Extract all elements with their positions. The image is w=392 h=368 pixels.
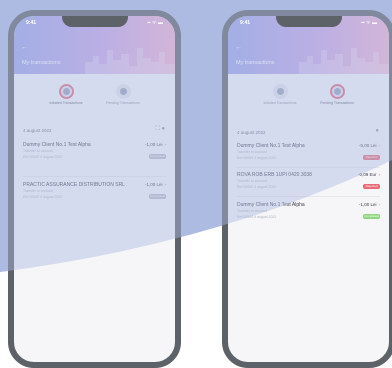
page-title: My transactions — [22, 60, 61, 66]
transaction-amount: -1,00 Lei › — [359, 202, 380, 207]
date-header: 4 august 2022 — [237, 130, 266, 135]
transaction-meta: Ref 00000 4 august 2022 — [237, 215, 277, 219]
divider — [23, 176, 166, 177]
tab-initiated[interactable]: Initiated Transactions — [46, 84, 86, 105]
transaction-meta: Ref 00000 4 august 2022 — [23, 195, 63, 199]
amount-value: -1,00 Lei — [144, 182, 163, 187]
phone-right: 9:41 ▪▪ ᯤ ▬ ← My transactions Initiated … — [222, 10, 392, 368]
phone-left: 9:41 ▪▪ ᯤ ▬ ← My transactions Initiated … — [8, 10, 181, 368]
transaction-name: PRACTIC ASSURANCE DISTRIBUTION SRL — [23, 182, 125, 188]
skyline-illustration — [85, 48, 175, 74]
tab-bar: Initiated Transactions Pending Transacti… — [228, 84, 389, 124]
list-item[interactable]: PRACTIC ASSURANCE DISTRIBUTION SRL Trans… — [23, 182, 166, 214]
transaction-name: ROVA ROB ERB 1UPI 0420 3038 — [237, 172, 312, 178]
status-time: 9:41 — [26, 20, 37, 26]
phone-notch — [276, 16, 342, 27]
status-badge: Rejected — [363, 155, 380, 160]
amount-value: -0,09 Eur — [357, 172, 377, 177]
tab-label: Pending Transactions — [320, 101, 354, 105]
tab-label: Pending Transactions — [106, 101, 140, 105]
transaction-type: Transfer to account — [237, 209, 268, 213]
phone-notch — [62, 16, 128, 27]
chevron-right-icon: › — [378, 143, 381, 148]
tab-icon — [115, 84, 131, 99]
tab-pending[interactable]: Pending Transactions — [317, 84, 357, 105]
transaction-meta: Ref 00000 4 august 2022 — [237, 185, 277, 189]
chevron-right-icon: › — [378, 172, 381, 177]
transaction-meta: Ref 00000 4 august 2022 — [23, 155, 63, 159]
tab-pending[interactable]: Pending Transactions — [103, 84, 143, 105]
transaction-amount: -1,00 Lei › — [145, 142, 166, 147]
amount-value: -1,00 Lei — [144, 142, 163, 147]
tab-label: Initiated Transactions — [49, 101, 83, 105]
tab-icon — [58, 84, 74, 99]
tab-bar: Initiated Transactions Pending Transacti… — [14, 84, 175, 124]
arrow-left-icon[interactable]: ← — [21, 44, 28, 51]
status-icons: ▪▪ ᯤ ▬ — [361, 20, 377, 26]
transaction-amount: -0,09 Eur › — [358, 172, 380, 177]
tab-icon — [329, 84, 345, 99]
divider — [237, 167, 380, 168]
divider — [237, 196, 380, 197]
status-badge: Rejected — [363, 184, 380, 189]
transaction-name: Dummy Client No.1 Test Alpha — [23, 142, 91, 148]
transaction-amount: -1,00 Lei › — [145, 182, 166, 187]
skyline-illustration — [299, 48, 389, 74]
filter-icon[interactable]: ⛶ ● — [156, 126, 166, 133]
transaction-name: Dummy Client No.1 Test Alpha — [237, 143, 305, 149]
transaction-meta: Ref 00000 4 august 2022 — [237, 156, 277, 160]
filter-icon[interactable]: ● — [375, 128, 379, 134]
status-icons: ▪▪ ᯤ ▬ — [147, 20, 163, 26]
transaction-type: Transfer to account — [23, 149, 54, 153]
transaction-type: Transfer to account — [237, 150, 268, 154]
transaction-type: Transfer to account — [23, 189, 54, 193]
arrow-left-icon[interactable]: ← — [235, 44, 242, 51]
status-badge: Completed — [363, 214, 380, 219]
amount-value: -1,00 Lei — [358, 202, 377, 207]
tab-initiated[interactable]: Initiated Transactions — [260, 84, 300, 105]
page-title: My transactions — [236, 60, 275, 66]
list-item[interactable]: Dummy Client No.1 Test Alpha Transfer to… — [237, 143, 380, 175]
date-header: 4 august 2022 — [23, 128, 52, 133]
transaction-name: Dummy Client No.1 Test Alpha — [237, 202, 305, 208]
chevron-right-icon: › — [164, 142, 167, 147]
transaction-amount: -5,00 Lei › — [359, 143, 380, 148]
amount-value: -5,00 Lei — [358, 143, 377, 148]
chevron-right-icon: › — [164, 182, 167, 187]
tab-icon — [272, 84, 288, 99]
list-item[interactable]: Dummy Client No.1 Test Alpha Transfer to… — [237, 202, 380, 234]
chevron-right-icon: › — [378, 202, 381, 207]
tab-label: Initiated Transactions — [263, 101, 297, 105]
list-item[interactable]: Dummy Client No.1 Test Alpha Transfer to… — [23, 142, 166, 174]
transaction-type: Transfer to account — [237, 179, 268, 183]
status-badge: Processed — [149, 194, 166, 199]
status-badge: Processed — [149, 154, 166, 159]
list-item[interactable]: ROVA ROB ERB 1UPI 0420 3038 Transfer to … — [237, 172, 380, 204]
status-time: 9:41 — [240, 20, 251, 26]
